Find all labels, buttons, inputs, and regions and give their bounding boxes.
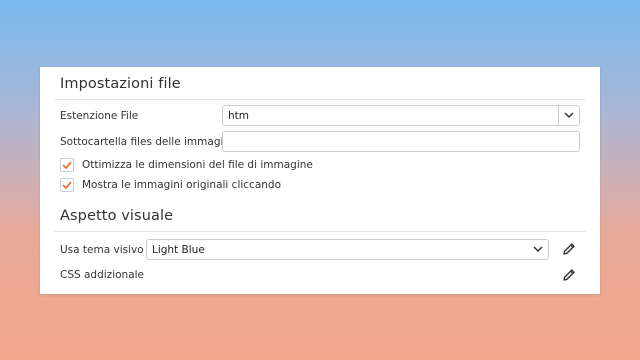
settings-panel: Impostazioni file Estenzione File htm So… (40, 67, 600, 294)
custom-css-label: CSS addizionale (60, 269, 144, 281)
pencil-icon (563, 269, 575, 281)
section-title-appearance: Aspetto visuale (60, 208, 174, 224)
section-divider (54, 231, 586, 232)
extension-value: htm (228, 110, 249, 122)
show-originals-label: Mostra le immagini originali cliccando (82, 179, 282, 191)
images-subfolder-label: Sottocartella files delle immagini (60, 136, 233, 148)
edit-theme-button[interactable] (561, 241, 577, 257)
optimize-images-checkbox[interactable] (60, 158, 74, 172)
section-divider (54, 99, 586, 100)
chevron-down-icon[interactable] (528, 240, 548, 259)
optimize-images-label: Ottimizza le dimensioni del file di imma… (82, 159, 313, 171)
images-subfolder-input[interactable] (222, 131, 580, 152)
check-icon (62, 181, 72, 189)
check-icon (62, 161, 72, 169)
extension-label: Estenzione File (60, 110, 139, 122)
theme-select[interactable]: Light Blue (146, 239, 549, 260)
show-originals-checkbox[interactable] (60, 178, 74, 192)
section-title-file-settings: Impostazioni file (60, 76, 181, 92)
theme-label: Usa tema visivo (60, 244, 144, 256)
theme-value: Light Blue (152, 244, 205, 256)
extension-select[interactable]: htm (222, 105, 580, 126)
pencil-icon (563, 243, 575, 255)
edit-css-button[interactable] (561, 267, 577, 283)
chevron-down-icon[interactable] (558, 106, 579, 125)
